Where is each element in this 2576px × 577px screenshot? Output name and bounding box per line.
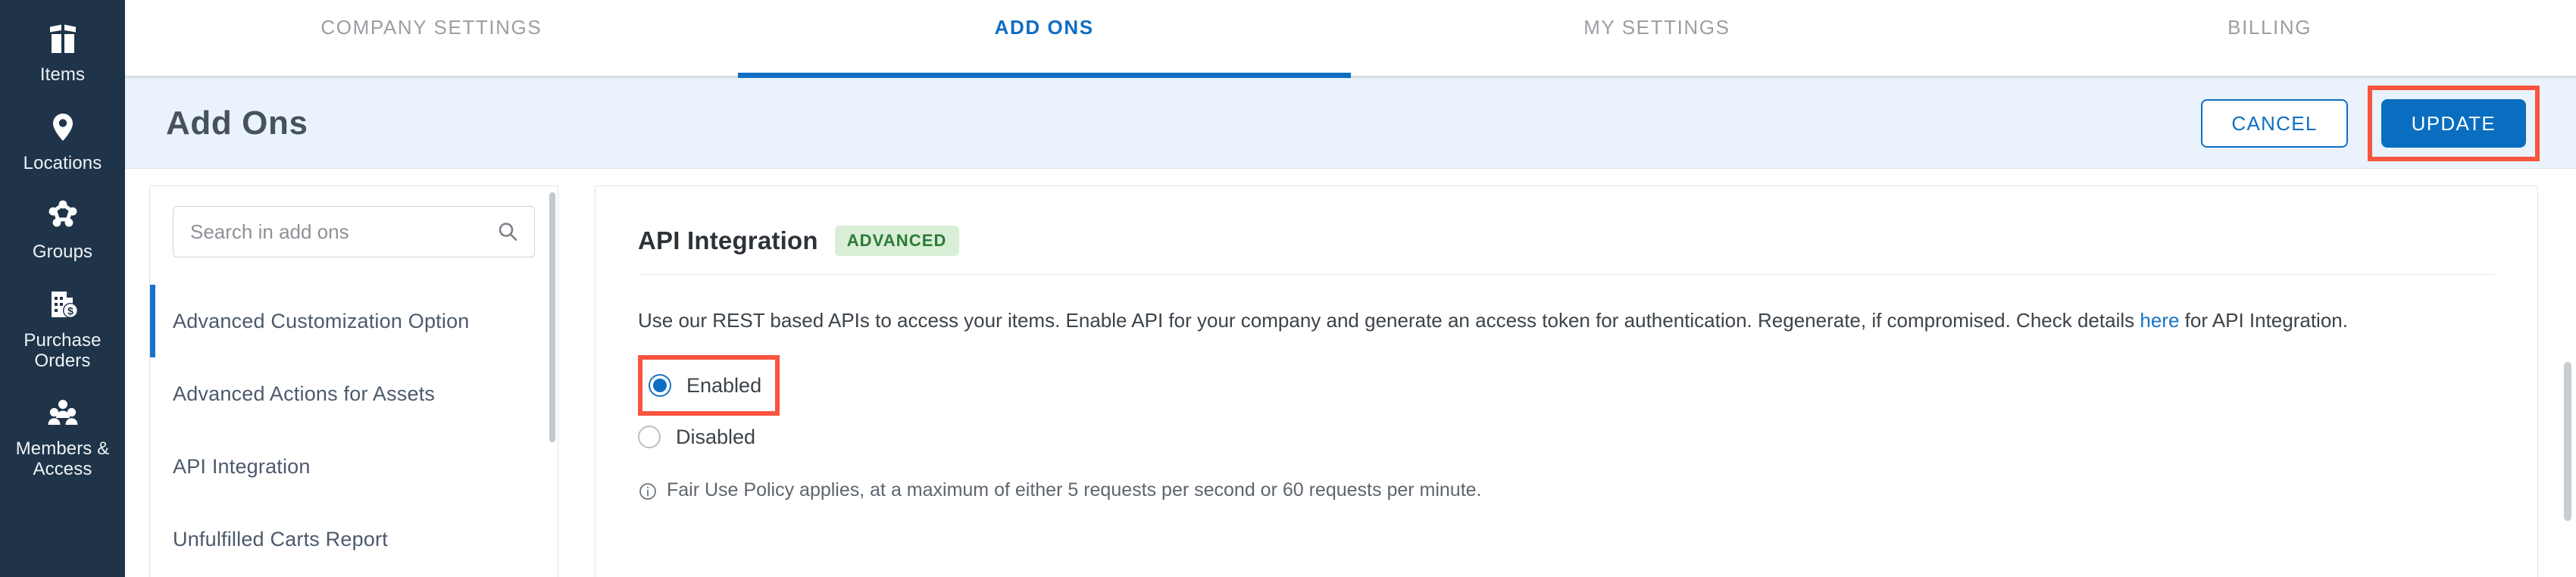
search-box[interactable]	[173, 206, 535, 257]
enabled-option-highlight: Enabled	[638, 355, 780, 416]
cancel-button[interactable]: CANCEL	[2201, 98, 2348, 148]
detail-title-row: API Integration ADVANCED	[638, 226, 2495, 256]
sidebar-item-label: Items	[39, 64, 86, 85]
radio-label: Enabled	[686, 373, 762, 397]
list-item[interactable]: Advanced Actions for Assets	[150, 357, 558, 430]
addon-label: API Integration	[173, 454, 311, 478]
sidebar-item-locations[interactable]: Locations	[0, 99, 125, 188]
sidebar-item-groups[interactable]: Groups	[0, 188, 125, 276]
search-input[interactable]	[190, 220, 496, 244]
list-item[interactable]: Advanced Customization Option	[150, 285, 558, 357]
main-content: COMPANY SETTINGS ADD ONS MY SETTINGS BIL…	[125, 0, 2576, 577]
page-scrollbar[interactable]	[2564, 362, 2571, 521]
tab-label: MY SETTINGS	[1583, 15, 1730, 39]
update-button[interactable]: UPDATE	[2381, 98, 2526, 148]
header-actions: CANCEL UPDATE	[2201, 85, 2540, 161]
addons-list-scrollbar[interactable]	[549, 192, 555, 442]
page-body: Advanced Customization Option Advanced A…	[125, 169, 2576, 577]
purchase-order-icon: $	[45, 287, 80, 322]
update-button-highlight: UPDATE	[2367, 85, 2540, 161]
sidebar-item-items[interactable]: Items	[0, 11, 125, 99]
page-title: Add Ons	[166, 104, 308, 142]
items-icon	[45, 21, 80, 56]
search-icon[interactable]	[496, 220, 519, 243]
svg-text:$: $	[67, 304, 73, 317]
radio-option-disabled[interactable]: Disabled	[638, 416, 2495, 458]
addons-list-panel: Advanced Customization Option Advanced A…	[149, 186, 558, 577]
sidebar-item-label: Purchase Orders	[23, 329, 102, 371]
page-header: Add Ons CANCEL UPDATE	[125, 78, 2576, 169]
location-pin-icon	[45, 110, 80, 145]
radio-enabled-icon[interactable]	[649, 374, 671, 398]
sidebar-item-label: Members & Access	[15, 438, 110, 480]
radio-label: Disabled	[676, 425, 756, 448]
list-item[interactable]: API Integration	[150, 430, 558, 503]
fair-use-note: Fair Use Policy applies, at a maximum of…	[638, 479, 2495, 507]
divider	[638, 274, 2495, 275]
search-container	[150, 186, 558, 257]
addon-detail-card: API Integration ADVANCED Use our REST ba…	[595, 186, 2538, 577]
radio-option-enabled[interactable]: Enabled	[649, 364, 761, 407]
list-item[interactable]: Unfulfilled Carts Report	[150, 503, 558, 575]
description-text-after: for API Integration.	[2179, 309, 2348, 332]
detail-description: Use our REST based APIs to access your i…	[638, 305, 2434, 335]
radio-disabled-icon[interactable]	[638, 426, 661, 449]
api-enable-radio-group: Enabled Disabled	[638, 355, 2495, 458]
settings-tab-bar: COMPANY SETTINGS ADD ONS MY SETTINGS BIL…	[125, 0, 2576, 78]
status-badge: ADVANCED	[834, 226, 959, 256]
info-icon	[638, 482, 658, 507]
sidebar-item-label: Groups	[32, 241, 93, 262]
tab-add-ons[interactable]: ADD ONS	[737, 0, 1351, 78]
members-icon	[45, 395, 80, 430]
addon-label: Advanced Customization Option	[173, 309, 470, 332]
here-link[interactable]: here	[2140, 309, 2179, 332]
tab-label: BILLING	[2227, 15, 2312, 39]
tab-label: COMPANY SETTINGS	[320, 15, 542, 39]
primary-navigation-rail: Items Locations Groups $ Purchase Orders…	[0, 0, 125, 577]
groups-icon	[45, 198, 80, 233]
note-text: Fair Use Policy applies, at a maximum of…	[667, 479, 1482, 501]
tab-company-settings[interactable]: COMPANY SETTINGS	[125, 0, 738, 76]
sidebar-item-label: Locations	[23, 152, 102, 173]
addons-list: Advanced Customization Option Advanced A…	[150, 285, 558, 575]
sidebar-item-purchase-orders[interactable]: $ Purchase Orders	[0, 276, 125, 385]
tab-billing[interactable]: BILLING	[1963, 0, 2576, 76]
detail-title: API Integration	[638, 226, 818, 254]
tab-label: ADD ONS	[994, 15, 1094, 39]
description-text-before: Use our REST based APIs to access your i…	[638, 309, 2140, 332]
tab-my-settings[interactable]: MY SETTINGS	[1351, 0, 1964, 76]
addon-label: Advanced Actions for Assets	[173, 382, 436, 405]
addon-label: Unfulfilled Carts Report	[173, 527, 388, 550]
app-window: Items Locations Groups $ Purchase Orders…	[0, 0, 2576, 577]
sidebar-item-members-access[interactable]: Members & Access	[0, 385, 125, 494]
